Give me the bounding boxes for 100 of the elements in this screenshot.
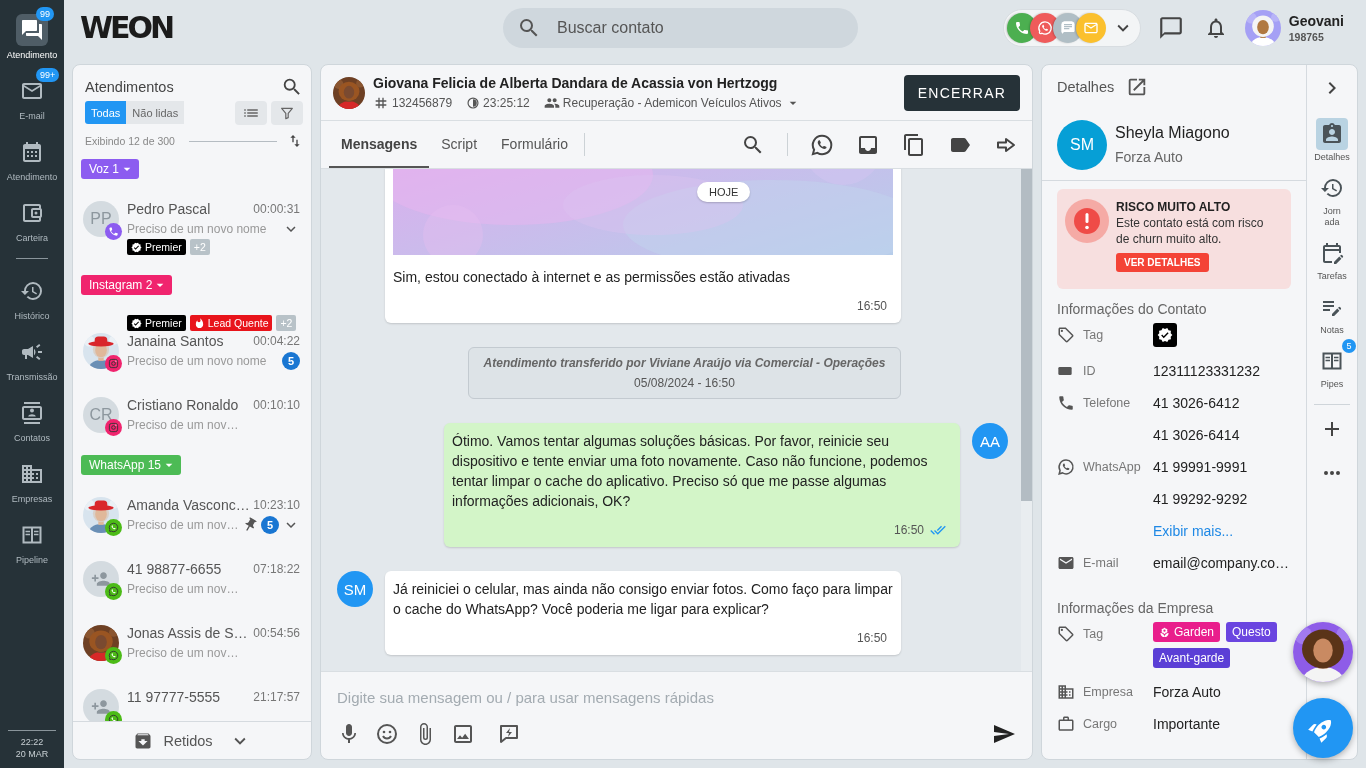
conversation-row[interactable]: Amanda Vasconc… 10:23:10 Preciso de um nov… 5 [81,483,311,547]
tag-label: Premier [145,241,182,253]
nav-button[interactable]: Empresas [0,458,64,504]
message-time: 16:50 [893,523,924,537]
launch-button[interactable] [1293,698,1353,758]
add-person-icon [83,561,119,597]
filter-button[interactable] [271,100,303,125]
nav-button[interactable]: Transmissão [0,336,64,382]
contact-name[interactable]: 41 98877-6655 [127,561,251,577]
field-label: E-mail [1083,556,1119,570]
field-label: WhatsApp [1083,460,1141,474]
count-badge: 99+ [36,68,60,82]
conversation-row[interactable]: 41 98877-6655 07:18:22 Preciso de um nov… [81,547,311,611]
field-value: Forza Auto [1153,684,1221,700]
smiley-icon[interactable] [375,722,399,746]
contact-name[interactable]: Pedro Pascal [127,201,251,217]
queue-name[interactable]: Recuperação - Ademicon Veículos Ativos [562,95,782,110]
message-field[interactable]: Digite sua mensagem ou / para usar mensagens rápidas [337,672,1016,722]
building-icon [1057,683,1075,701]
user-name: Geovani [1288,13,1344,29]
timer-icon [466,95,481,110]
retained-toggle[interactable]: Retidos [133,729,251,752]
alert-title: RISCO MUITO ALTO [1116,199,1232,215]
scrollbar[interactable] [1021,169,1032,671]
nav-button[interactable]: Atendimento [0,136,64,182]
contact-name[interactable]: Jonas Assis de S… [127,625,251,641]
send-icon[interactable] [992,722,1016,746]
contact-name: Giovana Felicia de Alberta Dandara de Acassia von Hertzogg [373,74,779,91]
show-more-link[interactable]: Exibir mais... [1153,523,1234,539]
user-id: 198765 [1288,31,1325,43]
tag-label: Premier [145,317,182,329]
group-toggle[interactable]: Voz 1 [81,159,140,179]
group-toggle[interactable]: Instagram 2 [81,275,173,295]
tab[interactable]: Formulário [489,121,580,168]
search-bar[interactable]: Buscar contato [503,8,858,48]
contact-name: Sheyla Miagono [1115,122,1230,143]
result-count: Exibindo 12 de 300 [85,135,175,147]
nav-button[interactable]: Histórico [0,275,64,321]
count-badge: 5 [1342,339,1356,353]
side-tab[interactable]: Detalhes [1308,118,1356,163]
conversation-row[interactable]: CR Cristiano Ronaldo 00:10:10 Preciso de um nov… [81,383,311,447]
message-preview: Preciso de um nov… [127,646,239,660]
contact-name[interactable]: 11 97777-5555 [127,689,251,705]
chat-phone-icon[interactable] [810,132,834,157]
search-icon[interactable] [281,76,303,98]
contact-name[interactable]: Janaina Santos [127,333,251,349]
channel-selector[interactable] [1002,9,1141,47]
company-name: Forza Auto [1115,147,1184,167]
conversation-row[interactable]: PP Pedro Pascal 00:00:31 Preciso de um novo nome Premier +2 [81,187,311,267]
time-text: 07:18:22 [253,562,300,576]
avatar-initials: CR [83,397,119,433]
time-text: 00:04:22 [253,334,300,348]
verified-icon [131,317,142,329]
side-tab[interactable]: Jornada [1308,172,1356,228]
nav-button[interactable]: Carteira [0,197,64,243]
details-button[interactable]: VER DETALHES [1116,253,1209,272]
side-tab[interactable]: Tarefas [1308,237,1356,282]
field-value: email@company.co… [1153,555,1290,571]
chat-icon[interactable] [1157,15,1184,41]
field-value: 41 3026-6414 [1153,427,1240,443]
tag-label: Lead Quente [207,317,269,329]
close-button[interactable]: ENCERRAR [903,74,1020,111]
unread-count: 5 [261,516,279,534]
message-preview: Preciso de um novo nome [127,222,267,236]
nav-button[interactable]: Contatos [0,397,64,443]
avatar-initials: SM [1057,119,1107,170]
tag: Avant-garde [1153,648,1231,668]
flower-icon [1159,626,1170,638]
contact-name[interactable]: Amanda Vasconc… [127,497,251,513]
count-badge: 99 [36,7,54,21]
nav-button[interactable]: Pipeline [0,519,64,565]
message-text: Já reiniciei o celular, mas ainda não consigo enviar fotos. Como faço para limpar o cache do WhatsApp? Você poderia me ligar para explicar? [393,580,893,619]
time-text: 00:54:56 [253,626,300,640]
system-message: Atendimento transferido por Viviane Araújo via Comercial - Operações [483,355,886,371]
unread-count: 5 [282,352,300,370]
date-chip: HOJE [697,182,751,202]
clock-time: 22:22 [20,736,44,748]
field-value: 12311123331232 [1153,363,1260,379]
conversation-row[interactable]: 11 97777-5555 21:17:57 [81,675,311,721]
conversation-row[interactable]: Jonas Assis de S… 00:54:56 Preciso de um nov… [81,611,311,675]
filter-tab[interactable]: Não lidas [126,101,185,124]
contact-name[interactable]: Cristiano Ronaldo [127,397,251,413]
panel-title: Detalhes [1057,79,1115,95]
alert-icon [1065,199,1109,243]
field-label: ID [1083,364,1096,378]
envelope-icon [1057,554,1075,572]
image-icon[interactable] [451,722,475,746]
side-tab[interactable]: Notas [1308,291,1356,336]
message-preview: Preciso de um novo nome [127,354,267,368]
message-date: 05/08/2024 - 16:50 [634,375,735,391]
list-view-button[interactable] [235,100,267,125]
quick-reply-icon[interactable] [497,722,521,746]
tag-icon [1057,326,1075,344]
field-label: Telefone [1083,396,1131,410]
conversation-row[interactable]: Premier Lead Quente +2 Janaina Santos 00:04:22 Preciso de um novo nome 5 [81,303,311,383]
copy-icon[interactable] [902,132,926,157]
message-preview: Preciso de um nov… [127,418,239,432]
search-field[interactable]: Buscar contato [555,18,795,38]
tab[interactable]: Script [429,121,490,168]
tag-icon [1057,625,1075,643]
